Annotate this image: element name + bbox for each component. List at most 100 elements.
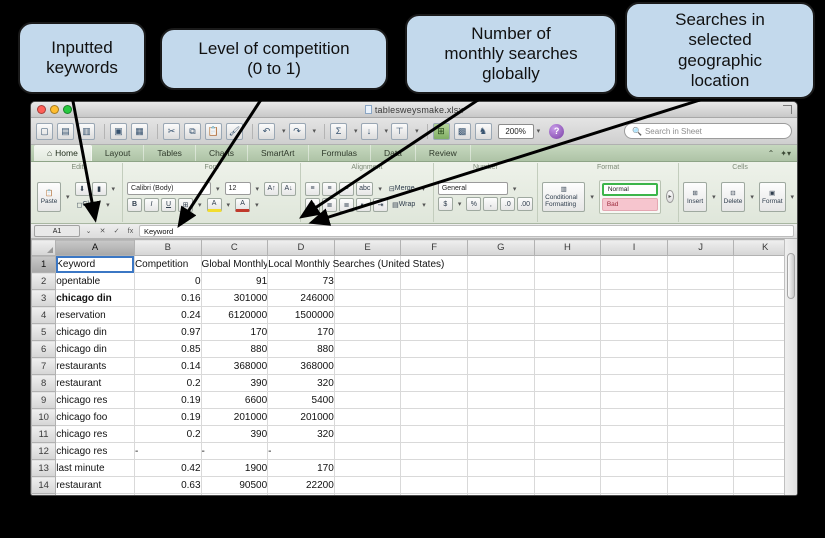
gear-icon[interactable]: ✦▾ <box>780 149 791 158</box>
print-icon[interactable]: ▦ <box>131 122 148 140</box>
cell-c4[interactable]: 6120000 <box>201 306 269 324</box>
ribbon-tab-layout[interactable]: Layout <box>92 145 145 161</box>
font-color-chevron-down-icon[interactable]: ▾ <box>255 201 259 209</box>
cell-g9[interactable] <box>467 391 535 409</box>
cell-c7[interactable]: 368000 <box>201 357 269 375</box>
wrap-chevron-down-icon[interactable]: ▾ <box>422 201 426 209</box>
grow-font-icon[interactable]: A↑ <box>264 181 280 196</box>
zoom-chevron-down-icon[interactable]: ▾ <box>537 127 541 135</box>
align-left-icon[interactable]: ≣ <box>305 197 321 212</box>
cell-g8[interactable] <box>467 374 535 392</box>
cell-d9[interactable]: 5400 <box>267 391 335 409</box>
cell-b7[interactable]: 0.14 <box>134 357 202 375</box>
column-header-h[interactable]: H <box>533 239 602 256</box>
column-header-b[interactable]: B <box>133 239 202 256</box>
row-header-1[interactable]: 1 <box>31 255 57 273</box>
currency-chevron-down-icon[interactable]: ▾ <box>458 200 462 208</box>
cell-e4[interactable] <box>334 306 402 324</box>
filter-icon[interactable]: ⊤ <box>391 122 409 140</box>
cell-c15[interactable]: 135000 <box>201 493 269 495</box>
font-name-input[interactable]: Calibri (Body) <box>127 182 212 195</box>
cell-styles-more-icon[interactable]: ▸ <box>665 190 675 203</box>
cell-d4[interactable]: 1500000 <box>267 306 335 324</box>
cell-h6[interactable] <box>534 340 602 358</box>
cut-icon[interactable]: ✂ <box>163 122 180 140</box>
cell-e12[interactable] <box>334 442 402 460</box>
undo-icon[interactable]: ↶ <box>258 122 275 140</box>
wrap-text-button[interactable]: ▤ Wrap <box>390 198 417 212</box>
currency-icon[interactable]: $ <box>437 197 453 211</box>
cell-d13[interactable]: 170 <box>267 459 335 477</box>
save-icon[interactable]: ▣ <box>110 122 127 140</box>
cell-a12[interactable]: chicago res <box>55 442 135 460</box>
cell-e6[interactable] <box>334 340 402 358</box>
column-header-e[interactable]: E <box>333 239 402 256</box>
cell-f10[interactable] <box>400 408 468 426</box>
align-top-icon[interactable]: ≡ <box>305 181 321 196</box>
fill-button[interactable]: ⬇ <box>74 181 90 196</box>
cell-b2[interactable]: 0 <box>134 272 202 290</box>
ribbon-tab-home[interactable]: ⌂ Home <box>34 145 92 161</box>
formula-input[interactable]: Keyword <box>139 225 794 237</box>
cell-d11[interactable]: 320 <box>267 425 335 443</box>
cell-e8[interactable] <box>334 374 402 392</box>
cell-b3[interactable]: 0.16 <box>134 289 202 307</box>
sort-icon[interactable]: ↓ <box>360 122 378 140</box>
insert-cells-button[interactable]: ⊞ Insert <box>683 181 708 212</box>
underline-button[interactable]: U <box>161 197 177 212</box>
open-icon[interactable]: ▤ <box>57 122 74 140</box>
window-resize-handle[interactable] <box>783 105 792 114</box>
row-header-9[interactable]: 9 <box>31 391 57 409</box>
cell-c12[interactable]: - <box>201 442 269 460</box>
cell-d14[interactable]: 22200 <box>267 476 335 494</box>
ribbon-tab-charts[interactable]: Charts <box>196 145 248 161</box>
filter-chevron-down-icon[interactable]: ▾ <box>415 127 419 135</box>
vertical-scrollbar-thumb[interactable] <box>787 253 795 299</box>
cell-f7[interactable] <box>400 357 468 375</box>
media-icon[interactable]: ♞ <box>474 122 492 140</box>
clear-chevron-down-icon[interactable]: ▾ <box>106 201 110 209</box>
cell-b5[interactable]: 0.97 <box>134 323 202 341</box>
borders-chevron-down-icon[interactable]: ▾ <box>198 201 202 209</box>
cell-e7[interactable] <box>334 357 402 375</box>
cell-j3[interactable] <box>667 289 735 307</box>
cell-i9[interactable] <box>600 391 668 409</box>
autosum-chevron-down-icon[interactable]: ▾ <box>354 127 358 135</box>
cell-f14[interactable] <box>400 476 468 494</box>
copy-icon[interactable]: ⧉ <box>184 122 201 140</box>
sort-chevron-down-icon[interactable]: ▾ <box>385 127 389 135</box>
cell-a2[interactable]: opentable <box>55 272 135 290</box>
cell-g7[interactable] <box>467 357 535 375</box>
name-box-chevron-down-icon[interactable]: ⌄ <box>83 226 94 237</box>
cell-d6[interactable]: 880 <box>267 340 335 358</box>
cell-styles-gallery[interactable]: Normal Bad <box>598 179 661 214</box>
cell-e14[interactable] <box>334 476 402 494</box>
cell-h8[interactable] <box>534 374 602 392</box>
row-header-8[interactable]: 8 <box>31 374 57 392</box>
italic-button[interactable]: I <box>144 197 160 212</box>
cell-f9[interactable] <box>400 391 468 409</box>
cell-style-normal[interactable]: Normal <box>601 182 658 196</box>
format-chevron-down-icon[interactable]: ▾ <box>791 193 795 201</box>
cell-d2[interactable]: 73 <box>267 272 335 290</box>
cell-h4[interactable] <box>534 306 602 324</box>
cell-j8[interactable] <box>667 374 735 392</box>
ribbon-tab-review[interactable]: Review <box>416 145 471 161</box>
row-header-3[interactable]: 3 <box>31 289 57 307</box>
cell-h10[interactable] <box>534 408 602 426</box>
increase-decimal-icon[interactable]: .0 <box>500 197 516 211</box>
redo-icon[interactable]: ↷ <box>288 122 306 140</box>
cell-c8[interactable]: 390 <box>201 374 269 392</box>
align-center-icon[interactable]: ≣ <box>322 197 338 212</box>
ribbon-tab-formulas[interactable]: Formulas <box>309 145 371 161</box>
cell-j4[interactable] <box>667 306 735 324</box>
cell-c13[interactable]: 1900 <box>201 459 269 477</box>
cell-i11[interactable] <box>600 425 668 443</box>
column-header-c[interactable]: C <box>200 239 269 256</box>
cell-g15[interactable] <box>467 493 535 495</box>
cell-h2[interactable] <box>534 272 602 290</box>
cell-j14[interactable] <box>667 476 735 494</box>
cell-a6[interactable]: chicago din <box>55 340 135 358</box>
align-right-icon[interactable]: ≣ <box>339 197 355 212</box>
cell-j7[interactable] <box>667 357 735 375</box>
